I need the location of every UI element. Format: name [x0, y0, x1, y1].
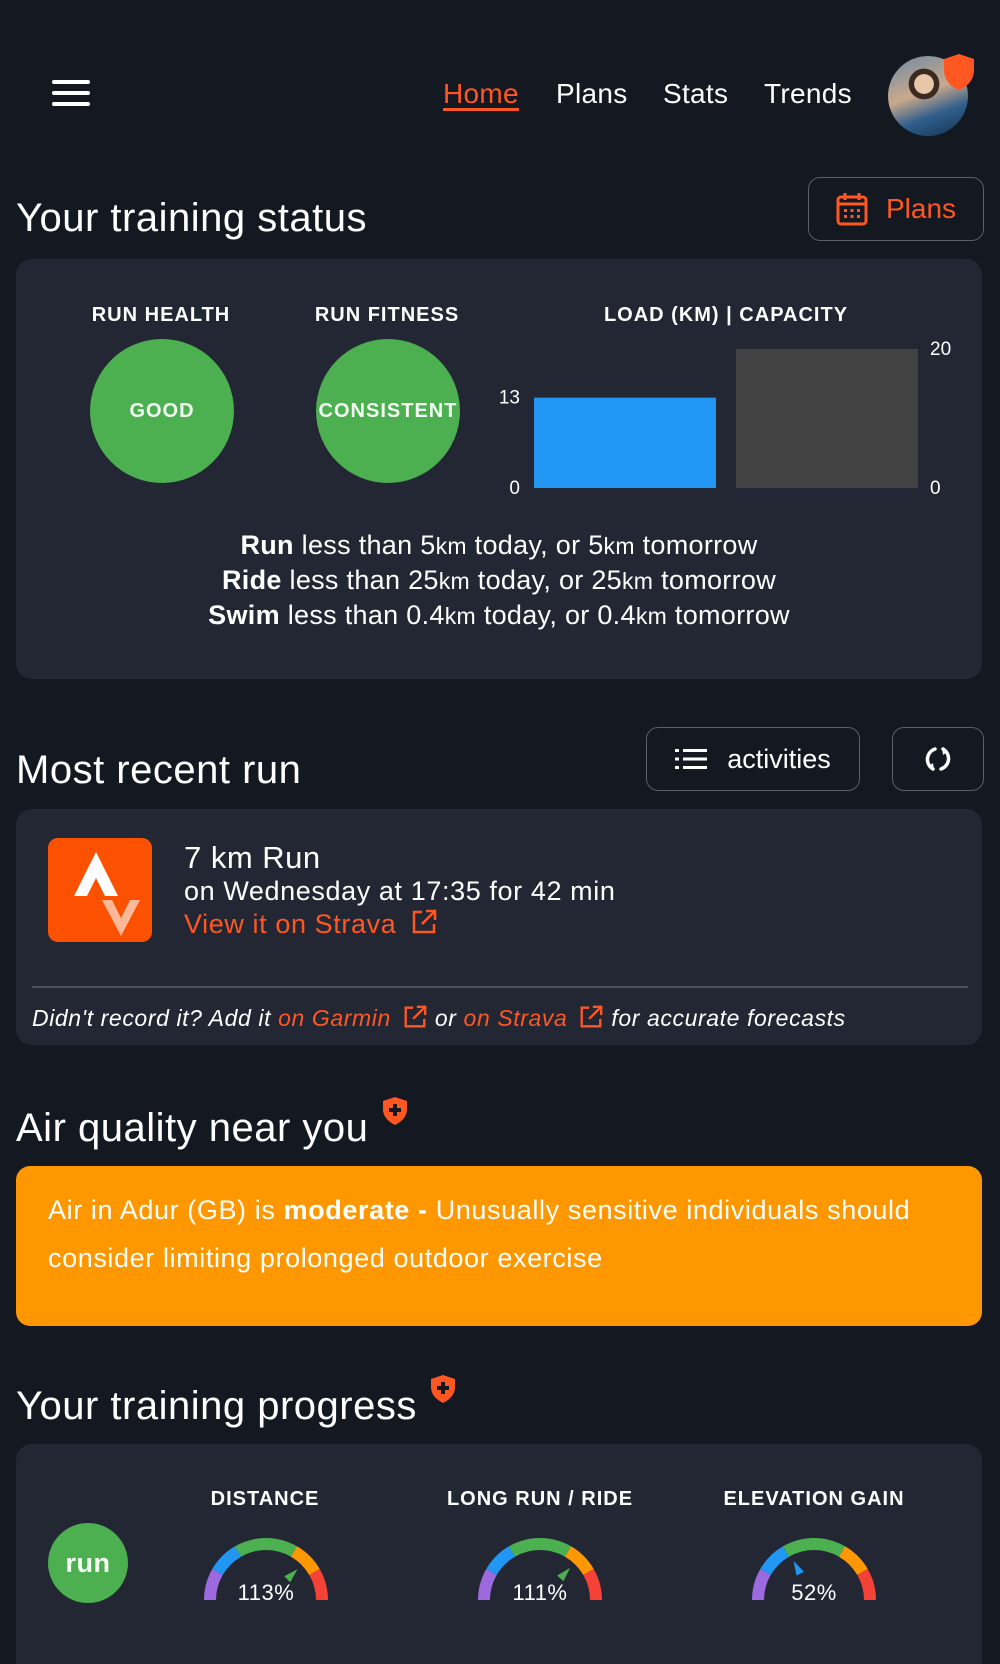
- gauge-segment: [583, 1569, 602, 1601]
- air-quality-title: Air quality near you: [16, 1106, 369, 1150]
- activities-button-label: activities: [727, 743, 831, 774]
- nav-home[interactable]: Home: [443, 78, 519, 110]
- gauge-segment: [309, 1569, 328, 1601]
- plans-button[interactable]: Plans: [808, 177, 984, 241]
- gauge-elevation-value: 52%: [791, 1580, 837, 1605]
- strava-logo-icon: [48, 838, 152, 942]
- shield-plus-icon: [383, 1097, 407, 1125]
- load-axis-label: 13: [499, 388, 520, 409]
- air-quality-text: Air in Adur (GB) is moderate - Unusually…: [48, 1195, 911, 1273]
- capacity-axis-max: 20: [930, 339, 951, 360]
- advice-swim: Swim less than 0.4km today, or 0.4km tom…: [208, 600, 790, 630]
- load-capacity-label: LOAD (KM) | CAPACITY: [603, 304, 849, 326]
- gauge-segment: [564, 1546, 594, 1576]
- air-quality-banner: Air in Adur (GB) is moderate - Unusually…: [16, 1166, 982, 1326]
- gauge-segment: [838, 1546, 868, 1576]
- gauge-segment: [813, 1538, 845, 1557]
- run-fitness-indicator: CONSISTENT: [316, 339, 460, 483]
- nav-stats[interactable]: Stats: [663, 78, 728, 110]
- gauge-distance-label: DISTANCE: [210, 1488, 320, 1510]
- nav-plans[interactable]: Plans: [556, 78, 628, 110]
- view-on-strava-link[interactable]: View it on Strava: [184, 908, 438, 940]
- run-fitness-value: CONSISTENT: [318, 399, 458, 422]
- shield-badge-icon: [944, 54, 974, 90]
- load-capacity-chart: 13 0 20 0: [499, 339, 951, 499]
- activities-button[interactable]: activities: [646, 727, 860, 791]
- divider: [32, 986, 968, 988]
- external-link-icon: [580, 1005, 603, 1028]
- gauge-segment: [857, 1569, 876, 1601]
- calendar-icon: [836, 193, 868, 226]
- gauge-segment: [478, 1569, 497, 1601]
- training-status-title: Your training status: [16, 196, 367, 240]
- gauge-long-run-value: 111%: [512, 1580, 568, 1605]
- gauge-needle: [793, 1561, 804, 1576]
- run-health-label: RUN HEALTH: [91, 304, 231, 326]
- sync-button[interactable]: [892, 727, 984, 791]
- gauge-segment: [752, 1569, 771, 1601]
- menu-icon[interactable]: [52, 80, 90, 106]
- run-fitness-label: RUN FITNESS: [314, 304, 460, 326]
- advice-run: Run less than 5km today, or 5km tomorrow: [240, 530, 758, 560]
- activity-title: 7 km Run: [184, 840, 321, 875]
- capacity-axis-min: 0: [930, 478, 941, 499]
- gauge-long-run-label: LONG RUN / RIDE: [446, 1488, 634, 1510]
- training-advice: Run less than 5km today, or 5km tomorrow…: [16, 528, 982, 633]
- load-bar: [534, 397, 716, 488]
- gauge-elevation-label: ELEVATION GAIN: [723, 1488, 905, 1510]
- gauge-segment: [265, 1538, 297, 1557]
- run-health-value: GOOD: [129, 399, 195, 422]
- add-on-garmin-link[interactable]: on Garmin: [278, 1005, 428, 1031]
- gauge-segment: [509, 1538, 541, 1557]
- run-health-indicator: GOOD: [90, 339, 234, 483]
- gauge-segment: [539, 1538, 571, 1557]
- gauge-segment: [290, 1546, 320, 1576]
- external-link-icon: [404, 1005, 427, 1028]
- capacity-bar: [736, 349, 918, 488]
- recent-run-title: Most recent run: [16, 748, 302, 792]
- load-axis-min: 0: [509, 478, 520, 499]
- gauge-segment: [212, 1546, 242, 1576]
- shield-plus-icon: [431, 1375, 455, 1403]
- list-icon: [675, 749, 708, 769]
- add-on-strava-link[interactable]: on Strava: [464, 1005, 605, 1031]
- gauge-segment: [760, 1546, 790, 1576]
- add-activity-hint: Didn't record it? Add it on Garmin or on…: [32, 1005, 846, 1031]
- external-link-icon: [413, 909, 437, 934]
- activity-subtitle: on Wednesday at 17:35 for 42 min: [184, 876, 616, 906]
- gauge-segment: [783, 1538, 815, 1557]
- plans-button-label: Plans: [885, 193, 957, 224]
- sync-icon: [925, 747, 951, 771]
- gauge-distance-value: 113%: [237, 1580, 295, 1605]
- gauge-segment: [486, 1546, 516, 1576]
- sport-badge[interactable]: run: [48, 1523, 128, 1603]
- gauge-segment: [204, 1569, 223, 1601]
- advice-ride: Ride less than 25km today, or 25km tomor…: [221, 565, 776, 595]
- training-progress-title: Your training progress: [16, 1384, 417, 1428]
- nav-trends[interactable]: Trends: [764, 78, 852, 110]
- gauge-segment: [235, 1538, 267, 1557]
